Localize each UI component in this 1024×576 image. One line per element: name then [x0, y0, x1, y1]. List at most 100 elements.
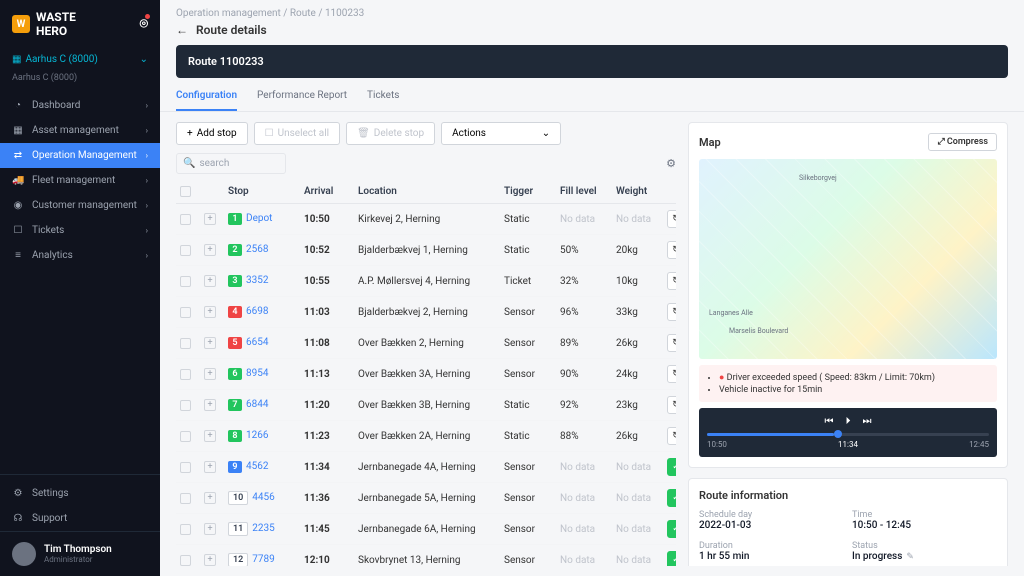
location: Bjalderbækvej 2, Herning — [358, 307, 498, 318]
tigger: Ticket — [504, 276, 554, 287]
stop-link[interactable]: 2235 — [252, 523, 274, 534]
expand-icon[interactable]: + — [204, 213, 216, 225]
location: Jernbanegade 5A, Herning — [358, 493, 498, 504]
sidebar-item-dashboard[interactable]: ◔Dashboard› — [0, 93, 160, 118]
row-checkbox[interactable] — [180, 338, 191, 349]
user-block[interactable]: Tim Thompson Administrator — [0, 531, 160, 576]
next-icon[interactable]: ⏭ — [863, 416, 872, 427]
row-checkbox[interactable] — [180, 214, 191, 225]
tigger: Sensor — [504, 462, 554, 473]
table-row: +10445611:36Jernbanegade 5A, HerningSens… — [176, 483, 676, 514]
refresh-icon[interactable]: ↻ — [667, 427, 676, 445]
add-stop-button[interactable]: + Add stop — [176, 122, 248, 145]
toolbar: + Add stop ☐ Unselect all 🗑 Delete stop … — [176, 122, 676, 145]
expand-icon[interactable]: + — [204, 430, 216, 442]
refresh-icon[interactable]: ↻ — [667, 210, 676, 228]
fill: No data — [560, 524, 610, 535]
sidebar-item-support[interactable]: ☊Support — [0, 506, 160, 531]
compress-button[interactable]: ⤢ Compress — [928, 133, 997, 151]
tab-configuration[interactable]: Configuration — [176, 82, 237, 111]
nav: ◔Dashboard›▦Asset management›⇄Operation … — [0, 93, 160, 474]
stop-link[interactable]: 4456 — [252, 492, 274, 503]
actions-dropdown[interactable]: Actions ⌄ — [441, 122, 561, 145]
fill: 32% — [560, 276, 610, 287]
stop-link[interactable]: 4562 — [246, 461, 268, 472]
stop-link[interactable]: 6844 — [246, 399, 268, 410]
stop-link[interactable]: 6698 — [246, 306, 268, 317]
tab-tickets[interactable]: Tickets — [367, 82, 399, 111]
row-checkbox[interactable] — [180, 524, 191, 535]
row-checkbox[interactable] — [180, 369, 191, 380]
prev-icon[interactable]: ⏮ — [825, 416, 834, 427]
done-icon[interactable]: ✓ — [667, 458, 676, 476]
fill: No data — [560, 214, 610, 225]
refresh-icon[interactable]: ↻ — [667, 334, 676, 352]
expand-icon[interactable]: + — [204, 368, 216, 380]
row-actions: ✓! — [667, 458, 676, 476]
row-checkbox[interactable] — [180, 276, 191, 287]
map[interactable]: Silkeborgvej Langanes Alle Marselis Boul… — [699, 159, 997, 359]
nav-icon: ⇄ — [12, 150, 24, 161]
delete-stop-button[interactable]: 🗑 Delete stop — [346, 122, 435, 145]
play-icon[interactable]: ⏵ — [846, 416, 851, 427]
stop-link[interactable]: 2568 — [246, 244, 268, 255]
crumb-op[interactable]: Operation management — [176, 8, 281, 19]
expand-icon[interactable]: + — [204, 399, 216, 411]
sidebar-item-analytics[interactable]: ≡Analytics› — [0, 243, 160, 268]
row-checkbox[interactable] — [180, 555, 191, 566]
row-checkbox[interactable] — [180, 245, 191, 256]
row-checkbox[interactable] — [180, 431, 191, 442]
row-checkbox[interactable] — [180, 493, 191, 504]
back-icon[interactable]: ← — [176, 23, 188, 37]
row-checkbox[interactable] — [180, 307, 191, 318]
unselect-button[interactable]: ☐ Unselect all — [254, 122, 340, 145]
done-icon[interactable]: ✓ — [667, 551, 676, 566]
done-icon[interactable]: ✓ — [667, 489, 676, 507]
select-all-checkbox[interactable] — [180, 186, 191, 197]
sidebar-item-customer-management[interactable]: ◉Customer management› — [0, 193, 160, 218]
stop-badge: 4 — [228, 306, 242, 318]
refresh-icon[interactable]: ↻ — [667, 303, 676, 321]
refresh-icon[interactable]: ↻ — [667, 241, 676, 259]
sidebar-item-fleet-management[interactable]: 🚚Fleet management› — [0, 168, 160, 193]
page-title: ← Route details — [160, 23, 1024, 45]
weight: 33kg — [616, 307, 661, 318]
sidebar-item-operation-management[interactable]: ⇄Operation Management› — [0, 143, 160, 168]
org-selector[interactable]: ▦ Aarhus C (8000) ⌄ — [0, 48, 160, 71]
stop-link[interactable]: 6654 — [246, 337, 268, 348]
table-settings-icon[interactable]: ⚙ — [666, 157, 676, 170]
timeline[interactable] — [707, 433, 989, 436]
logo-badge: W — [12, 15, 30, 33]
expand-icon[interactable]: + — [204, 492, 216, 504]
stops-table: Stop Arrival Location Tigger Fill level … — [176, 180, 676, 566]
expand-icon[interactable]: + — [204, 337, 216, 349]
row-actions: ↻✎ — [667, 272, 676, 290]
refresh-icon[interactable]: ↻ — [667, 396, 676, 414]
expand-icon[interactable]: + — [204, 306, 216, 318]
sidebar-item-asset-management[interactable]: ▦Asset management› — [0, 118, 160, 143]
stop-link[interactable]: 8954 — [246, 368, 268, 379]
expand-icon[interactable]: + — [204, 554, 216, 566]
stop-link[interactable]: 1266 — [246, 430, 268, 441]
expand-icon[interactable]: + — [204, 523, 216, 535]
sidebar-item-tickets[interactable]: ☐Tickets› — [0, 218, 160, 243]
done-icon[interactable]: ✓ — [667, 520, 676, 538]
search-input[interactable]: 🔍 search — [176, 153, 286, 174]
edit-status-icon[interactable]: ✎ — [906, 552, 914, 562]
row-actions: ✓! — [667, 489, 676, 507]
row-checkbox[interactable] — [180, 400, 191, 411]
expand-icon[interactable]: + — [204, 461, 216, 473]
refresh-icon[interactable]: ↻ — [667, 272, 676, 290]
sidebar-item-settings[interactable]: ⚙Settings — [0, 481, 160, 506]
notification-icon[interactable]: ⌾ — [140, 16, 148, 32]
stops-panel: + Add stop ☐ Unselect all 🗑 Delete stop … — [176, 122, 676, 566]
stop-link[interactable]: 7789 — [252, 554, 274, 565]
refresh-icon[interactable]: ↻ — [667, 365, 676, 383]
tab-performance-report[interactable]: Performance Report — [257, 82, 347, 111]
expand-icon[interactable]: + — [204, 244, 216, 256]
crumb-route[interactable]: Route — [290, 8, 316, 19]
expand-icon[interactable]: + — [204, 275, 216, 287]
stop-link[interactable]: Depot — [246, 213, 272, 224]
row-checkbox[interactable] — [180, 462, 191, 473]
stop-link[interactable]: 3352 — [246, 275, 268, 286]
